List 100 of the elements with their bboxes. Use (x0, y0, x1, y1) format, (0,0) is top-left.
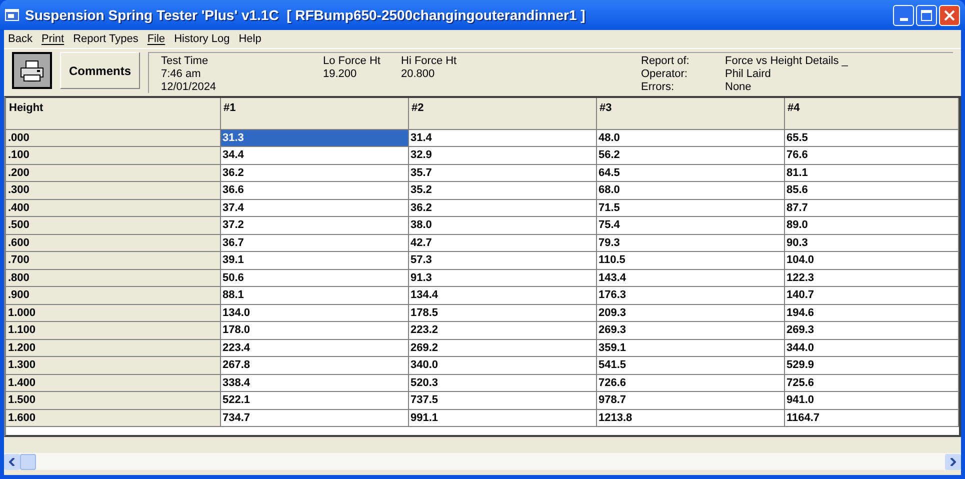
menu-item[interactable]: Report Types (73, 30, 138, 48)
table-cell[interactable]: 734.7 (220, 409, 408, 426)
table-cell[interactable]: 36.2 (408, 199, 596, 216)
table-cell[interactable]: 91.3 (408, 269, 596, 286)
table-cell[interactable]: 31.4 (408, 129, 596, 146)
table-cell[interactable]: 522.1 (220, 392, 408, 409)
info-value: None (725, 81, 752, 94)
row-header: .600 (6, 234, 220, 252)
table-cell[interactable]: 36.7 (220, 234, 408, 252)
table-cell[interactable]: 344.0 (784, 339, 958, 356)
row-header: .900 (6, 286, 220, 304)
table-cell[interactable]: 176.3 (596, 286, 784, 304)
info-value: 19.200 (323, 68, 358, 81)
row-header: .500 (6, 216, 220, 234)
table-cell[interactable]: 79.3 (596, 234, 784, 252)
table-cell[interactable]: 520.3 (408, 374, 596, 392)
info-value: 20.800 (401, 68, 436, 81)
info-label: Hi Force Ht (401, 55, 458, 68)
test-date: 12/01/2024 (161, 81, 218, 94)
table-cell[interactable]: 1213.8 (596, 409, 784, 426)
table-cell[interactable]: 38.0 (408, 216, 596, 234)
table-cell[interactable]: 35.2 (408, 182, 596, 199)
table-cell[interactable]: 725.6 (784, 374, 958, 392)
table-cell[interactable]: 48.0 (596, 129, 784, 146)
table-cell[interactable]: 85.6 (784, 182, 958, 199)
row-header: .800 (6, 269, 220, 286)
table-cell[interactable]: 32.9 (408, 146, 596, 164)
table-cell[interactable]: 50.6 (220, 269, 408, 286)
menu-item[interactable]: Help (238, 30, 262, 48)
table-cell[interactable]: 223.2 (408, 322, 596, 339)
table-cell[interactable]: 941.0 (784, 392, 958, 409)
table-cell[interactable]: 37.4 (220, 199, 408, 216)
table-cell[interactable]: 726.6 (596, 374, 784, 392)
menu-item[interactable]: Print (41, 30, 64, 48)
table-cell[interactable]: 87.7 (784, 199, 958, 216)
table-cell[interactable]: 340.0 (408, 356, 596, 374)
table-cell[interactable]: 31.3 (220, 129, 408, 146)
table-cell[interactable]: 57.3 (408, 252, 596, 269)
table-cell[interactable]: 68.0 (596, 182, 784, 199)
table-cell[interactable]: 223.4 (220, 339, 408, 356)
table-cell[interactable]: 35.7 (408, 164, 596, 182)
table-cell[interactable]: 269.2 (408, 339, 596, 356)
table-cell[interactable]: 267.8 (220, 356, 408, 374)
menu-item[interactable]: History Log (174, 30, 230, 48)
menu-item[interactable]: File (147, 30, 166, 48)
maximize-button[interactable] (916, 4, 937, 26)
table-cell[interactable]: 39.1 (220, 252, 408, 269)
table-cell[interactable]: 122.3 (784, 269, 958, 286)
table-cell[interactable]: 140.7 (784, 286, 958, 304)
row-header: .200 (6, 164, 220, 182)
column-header: #4 (784, 98, 958, 129)
table-cell[interactable]: 71.5 (596, 199, 784, 216)
table-cell[interactable]: 89.0 (784, 216, 958, 234)
scroll-thumb[interactable] (20, 454, 36, 470)
table-cell[interactable]: 178.0 (220, 322, 408, 339)
table-cell[interactable]: 36.2 (220, 164, 408, 182)
table-cell[interactable]: 110.5 (596, 252, 784, 269)
table-cell[interactable]: 90.3 (784, 234, 958, 252)
table-cell[interactable]: 75.4 (596, 216, 784, 234)
table-cell[interactable]: 338.4 (220, 374, 408, 392)
table-cell[interactable]: 64.5 (596, 164, 784, 182)
minimize-button[interactable] (893, 4, 914, 26)
table-cell[interactable]: 56.2 (596, 146, 784, 164)
table-cell[interactable]: 178.5 (408, 304, 596, 322)
close-button[interactable] (939, 4, 960, 26)
table-cell[interactable]: 991.1 (408, 409, 596, 426)
comments-button[interactable]: Comments (60, 52, 140, 89)
table-cell[interactable]: 209.3 (596, 304, 784, 322)
table-cell[interactable]: 37.2 (220, 216, 408, 234)
table-cell[interactable]: 104.0 (784, 252, 958, 269)
close-icon (944, 10, 955, 20)
table-cell[interactable]: 194.6 (784, 304, 958, 322)
table-cell[interactable]: 529.9 (784, 356, 958, 374)
menu-item[interactable]: Back (8, 30, 32, 48)
table-cell[interactable]: 737.5 (408, 392, 596, 409)
table-cell[interactable]: 269.3 (596, 322, 784, 339)
table-cell[interactable]: 134.0 (220, 304, 408, 322)
print-button[interactable] (12, 52, 52, 89)
row-header: 1.500 (6, 392, 220, 409)
info-value: Force vs Height Details _ (725, 55, 848, 68)
table-cell[interactable]: 88.1 (220, 286, 408, 304)
table-cell[interactable]: 81.1 (784, 164, 958, 182)
row-header: .400 (6, 199, 220, 216)
row-header: .700 (6, 252, 220, 269)
scroll-right-button[interactable] (945, 454, 961, 470)
table-cell[interactable]: 978.7 (596, 392, 784, 409)
table-cell[interactable]: 269.3 (784, 322, 958, 339)
horizontal-scrollbar[interactable] (4, 453, 961, 470)
table-cell[interactable]: 65.5 (784, 129, 958, 146)
table-cell[interactable]: 1164.7 (784, 409, 958, 426)
row-header: 1.100 (6, 322, 220, 339)
table-cell[interactable]: 76.6 (784, 146, 958, 164)
scroll-left-button[interactable] (4, 454, 20, 470)
table-cell[interactable]: 36.6 (220, 182, 408, 199)
table-cell[interactable]: 359.1 (596, 339, 784, 356)
table-cell[interactable]: 42.7 (408, 234, 596, 252)
table-cell[interactable]: 143.4 (596, 269, 784, 286)
table-cell[interactable]: 541.5 (596, 356, 784, 374)
table-cell[interactable]: 134.4 (408, 286, 596, 304)
table-cell[interactable]: 34.4 (220, 146, 408, 164)
